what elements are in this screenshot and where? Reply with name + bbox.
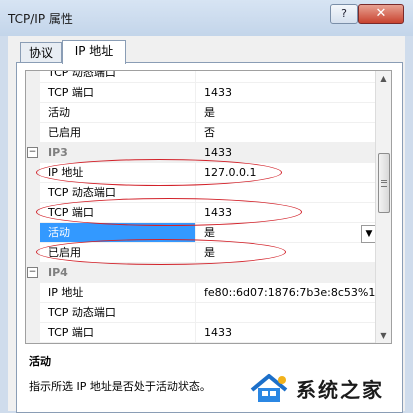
- property-value: 是: [196, 243, 375, 263]
- grid-row-selected[interactable]: 活动 是 ▼: [26, 223, 377, 243]
- scrollbar-thumb[interactable]: [378, 153, 390, 213]
- property-value: fe80::6d07:1876:7b3e:8c53%17: [196, 283, 375, 303]
- property-value: 是: [196, 103, 375, 123]
- window-title: TCP/IP 属性: [8, 12, 73, 26]
- dialog-body: 协议 IP 地址 TCP 动态端口 TCP 端口 1433 活动 是 已启用 否…: [8, 36, 405, 413]
- grid-row[interactable]: TCP 动态端口: [26, 183, 375, 203]
- grid-row[interactable]: 已启用 否: [26, 123, 375, 143]
- property-name: IP 地址: [40, 163, 196, 183]
- property-value: [196, 183, 375, 203]
- category-row-ip3[interactable]: − IP3 1433: [26, 143, 375, 163]
- property-name: TCP 端口: [40, 83, 196, 103]
- property-name: 活动: [40, 223, 196, 243]
- description-title: 活动: [29, 355, 51, 368]
- scroll-up-icon[interactable]: ▲: [376, 71, 391, 86]
- category-label: IP4: [48, 266, 68, 279]
- property-value: 1433: [196, 83, 375, 103]
- category-row-ip4[interactable]: − IP4: [26, 263, 375, 283]
- grid-row[interactable]: IP 地址 127.0.0.1: [26, 163, 375, 183]
- property-name: TCP 端口: [40, 203, 196, 223]
- grid-row[interactable]: TCP 动态端口: [26, 303, 375, 323]
- grid-row[interactable]: 活动 是: [26, 103, 375, 123]
- help-button[interactable]: ?: [330, 4, 358, 24]
- close-button[interactable]: ✕: [358, 4, 404, 24]
- watermark: 系统之家: [240, 364, 413, 411]
- collapse-icon[interactable]: −: [27, 147, 38, 158]
- collapse-icon[interactable]: −: [27, 267, 38, 278]
- tab-panel: TCP 动态端口 TCP 端口 1433 活动 是 已启用 否 − IP3 14…: [16, 62, 403, 413]
- property-name: 已启用: [40, 243, 196, 263]
- title-bar: TCP/IP 属性 ? ✕: [0, 0, 413, 36]
- property-value: 127.0.0.1: [196, 163, 375, 183]
- tab-ip-addresses[interactable]: IP 地址: [62, 40, 126, 64]
- grip-icon: [381, 180, 387, 187]
- property-name: IP 地址: [40, 283, 196, 303]
- grid-row[interactable]: 已启用 是: [26, 243, 375, 263]
- property-value: 1433: [204, 146, 232, 159]
- property-name: TCP 动态端口: [40, 303, 196, 323]
- property-value-select[interactable]: 是: [196, 223, 375, 243]
- property-name: 活动: [40, 103, 196, 123]
- property-value: [196, 263, 375, 283]
- watermark-text: 系统之家: [296, 378, 384, 402]
- property-grid: TCP 动态端口 TCP 端口 1433 活动 是 已启用 否 − IP3 14…: [25, 70, 392, 344]
- scroll-down-icon[interactable]: ▼: [376, 328, 391, 343]
- property-name: TCP 动态端口: [40, 71, 196, 83]
- property-value: 1433: [196, 203, 375, 223]
- tab-protocol[interactable]: 协议: [20, 42, 62, 63]
- property-name: TCP 端口: [40, 323, 196, 343]
- category-label: IP3: [48, 146, 68, 159]
- property-name: TCP 动态端口: [40, 183, 196, 203]
- grid-row[interactable]: TCP 端口 1433: [26, 323, 375, 343]
- property-value: 否: [196, 123, 375, 143]
- property-value: [196, 71, 375, 83]
- property-name: 已启用: [40, 123, 196, 143]
- vertical-scrollbar[interactable]: ▲ ▼: [375, 71, 391, 343]
- grid-row[interactable]: TCP 端口 1433: [26, 203, 375, 223]
- grid-row[interactable]: TCP 端口 1433: [26, 83, 375, 103]
- property-value: 1433: [196, 323, 375, 343]
- grid-row[interactable]: TCP 动态端口: [26, 71, 375, 83]
- description-text: 指示所选 IP 地址是否处于活动状态。: [29, 380, 211, 393]
- house-logo-icon: [250, 374, 288, 402]
- grid-row[interactable]: IP 地址 fe80::6d07:1876:7b3e:8c53%17: [26, 283, 375, 303]
- property-value: [196, 303, 375, 323]
